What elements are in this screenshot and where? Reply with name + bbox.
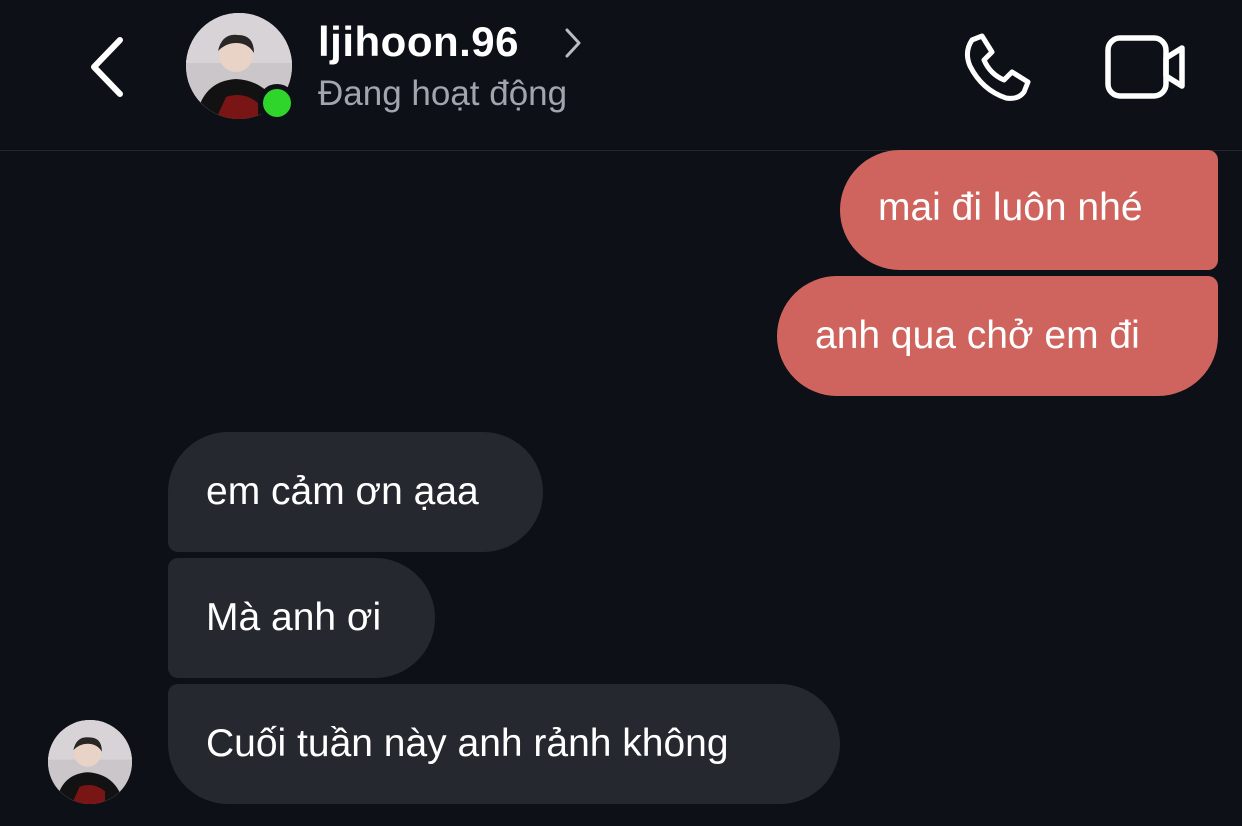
chat-header: ljihoon.96 Đang hoạt động [0,0,1242,151]
video-camera-icon[interactable] [1104,34,1188,100]
contact-username[interactable]: ljihoon.96 [318,18,519,66]
sender-avatar[interactable] [48,720,132,804]
message-bubble-incoming[interactable]: Mà anh ơi [168,558,435,678]
message-bubble-incoming[interactable]: em cảm ơn ạaa [168,432,543,552]
phone-icon[interactable] [958,30,1038,104]
message-bubble-incoming[interactable]: Cuối tuần này anh rảnh không [168,684,840,804]
message-bubble-outgoing[interactable]: mai đi luôn nhé [840,150,1218,270]
chevron-left-icon[interactable] [84,32,134,102]
online-status-dot [258,84,296,122]
chevron-right-icon[interactable] [562,26,584,60]
activity-status: Đang hoạt động [318,74,568,113]
message-bubble-outgoing[interactable]: anh qua chở em đi [777,276,1218,396]
